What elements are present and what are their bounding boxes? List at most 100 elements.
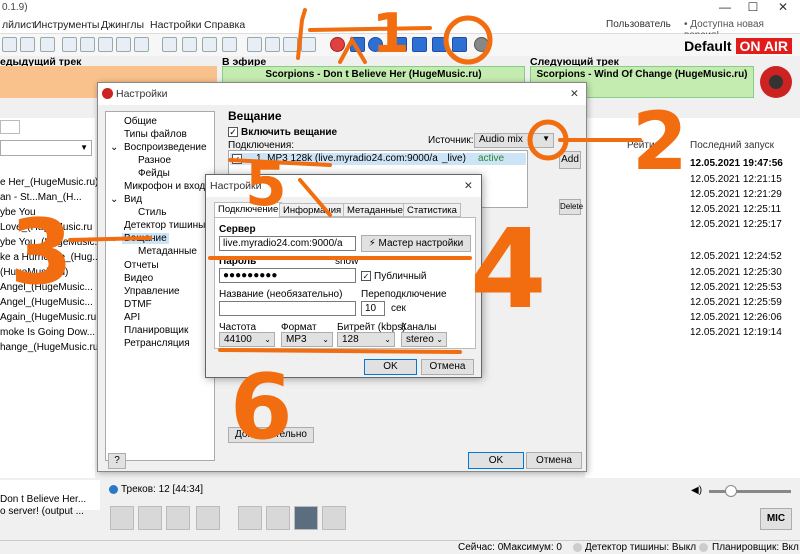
layout-icon[interactable] [98, 37, 113, 52]
undo-icon[interactable] [40, 37, 55, 52]
nav-item-misc[interactable]: Разное [138, 155, 171, 166]
menu-help[interactable]: Справка [204, 19, 245, 31]
close-button[interactable]: ✕ [768, 0, 798, 16]
menu-tools[interactable]: Инструменты [34, 19, 99, 31]
chevron-down-icon: ⌄ [436, 335, 443, 344]
minimize-button[interactable]: — [710, 0, 740, 16]
nav-item-silence-detector[interactable]: Детектор тишины [124, 220, 205, 231]
format-select[interactable]: MP3 ⌄ [281, 332, 333, 347]
chevron-down-icon[interactable]: ⌄ [110, 233, 118, 244]
volume-slider-handle[interactable] [725, 485, 737, 497]
list-item[interactable]: Again_(HugeMusic.ru [0, 312, 96, 323]
folder-icon[interactable] [265, 37, 280, 52]
add-button[interactable]: Add [559, 151, 581, 169]
play-icon[interactable] [110, 506, 134, 530]
volume-slider[interactable] [709, 490, 791, 493]
toolbar-icon[interactable] [20, 37, 35, 52]
column-last-run[interactable]: Последний запуск [690, 140, 774, 151]
stop-icon[interactable] [196, 506, 220, 530]
nav-item-broadcast[interactable]: Вещание [122, 233, 169, 244]
bitrate-select[interactable]: 128 ⌄ [337, 332, 395, 347]
record-icon[interactable] [330, 37, 345, 52]
broadcast-icon[interactable] [432, 37, 447, 52]
pause-icon[interactable] [166, 506, 190, 530]
menu-settings[interactable]: Настройки [150, 19, 202, 31]
nav-item-dtmf[interactable]: DTMF [124, 299, 152, 310]
playlist-tab[interactable] [0, 120, 20, 134]
ok-button[interactable]: OK [364, 359, 417, 375]
brand-onair: Default ON AIR [684, 38, 792, 54]
chevron-down-icon[interactable]: ⌄ [110, 194, 118, 205]
nav-item-style[interactable]: Стиль [138, 207, 166, 218]
help-button[interactable]: ? [108, 453, 126, 469]
list-item[interactable]: e Her_(HugeMusic.ru) [0, 177, 98, 188]
loop-icon[interactable] [322, 506, 346, 530]
user-menu[interactable]: Пользователь [606, 19, 671, 30]
nav-item-scheduler[interactable]: Планировщик [124, 325, 188, 336]
reconnect-input[interactable]: 10 [361, 301, 385, 316]
close-icon[interactable]: ✕ [464, 180, 473, 192]
add-track-icon[interactable] [202, 37, 217, 52]
close-icon[interactable]: ✕ [570, 88, 579, 100]
repeat-icon[interactable] [238, 506, 262, 530]
shuffle-icon[interactable] [294, 506, 318, 530]
show-password-link[interactable]: show [335, 256, 358, 267]
broadcast-icon[interactable] [452, 37, 467, 52]
layout-icon[interactable] [116, 37, 131, 52]
layout-icon[interactable] [62, 37, 77, 52]
next-icon[interactable] [138, 506, 162, 530]
nav-item-general[interactable]: Общие [124, 116, 157, 127]
list-item[interactable]: moke Is Going Dow... [0, 327, 95, 338]
gear-icon[interactable] [474, 37, 489, 52]
menu-jingles[interactable]: Джинглы [101, 19, 144, 31]
nav-item-playback[interactable]: Воспроизведение [124, 142, 207, 153]
channels-select[interactable]: stereo ⌄ [401, 332, 447, 347]
nav-item-file-types[interactable]: Типы файлов [124, 129, 187, 140]
ok-button[interactable]: OK [468, 452, 524, 469]
add-track-icon[interactable] [222, 37, 237, 52]
nav-item-relay[interactable]: Ретрансляция [124, 338, 190, 349]
tab-metadata[interactable]: Метаданные [343, 203, 407, 217]
nav-item-reports[interactable]: Отчеты [124, 260, 159, 271]
connection-checkbox[interactable]: ✓ [232, 154, 242, 164]
name-input[interactable] [219, 301, 356, 316]
menu-playlist[interactable]: лйлист [2, 19, 36, 31]
delete-button[interactable]: Delete [559, 199, 583, 215]
tab-info[interactable]: Информация [279, 203, 346, 217]
nav-item-mic-inputs[interactable]: Микрофон и входы [124, 181, 212, 192]
nav-item-control[interactable]: Управление [124, 286, 180, 297]
tab-statistics[interactable]: Статистика [403, 203, 461, 217]
server-input[interactable]: live.myradio24.com:9000/a [219, 236, 356, 251]
block-icon[interactable] [266, 506, 290, 530]
folder-icon[interactable] [247, 37, 262, 52]
annotation-number: 3 [10, 200, 73, 305]
list-item[interactable]: hange_(HugeMusic.ru [0, 342, 98, 353]
tool-icon[interactable] [301, 37, 316, 52]
cancel-button[interactable]: Отмена [526, 452, 582, 469]
setup-wizard-button[interactable]: ⚡ Мастер настройки [361, 235, 471, 252]
playlist-selector[interactable]: ▼ [0, 140, 92, 156]
chevron-down-icon[interactable]: ⌄ [110, 142, 118, 153]
cancel-button[interactable]: Отмена [421, 359, 474, 375]
password-input[interactable]: ●●●●●●●●● [219, 268, 356, 283]
nav-item-fades[interactable]: Фейды [138, 168, 170, 179]
layout-icon[interactable] [134, 37, 149, 52]
layout-icon[interactable] [80, 37, 95, 52]
source-value: Audio mix [479, 134, 523, 145]
nav-item-api[interactable]: API [124, 312, 140, 323]
enable-broadcast-checkbox[interactable]: ✓ [228, 127, 238, 137]
toolbar-icon[interactable] [2, 37, 17, 52]
broadcast-icon[interactable] [350, 37, 365, 52]
tool-icon[interactable] [283, 37, 298, 52]
mic-button[interactable]: MIC [760, 508, 792, 530]
add-track-icon[interactable] [162, 37, 177, 52]
add-track-icon[interactable] [182, 37, 197, 52]
public-checkbox[interactable]: ✓ [361, 271, 371, 281]
nav-item-video[interactable]: Видео [124, 273, 153, 284]
nav-item-view[interactable]: Вид [124, 194, 142, 205]
maximize-button[interactable]: ☐ [738, 0, 768, 16]
broadcast-icon[interactable] [412, 37, 427, 52]
frequency-select[interactable]: 44100 ⌄ [219, 332, 275, 347]
source-select[interactable]: Audio mix ▼ [474, 133, 554, 148]
nav-item-metadata[interactable]: Метаданные [138, 246, 197, 257]
